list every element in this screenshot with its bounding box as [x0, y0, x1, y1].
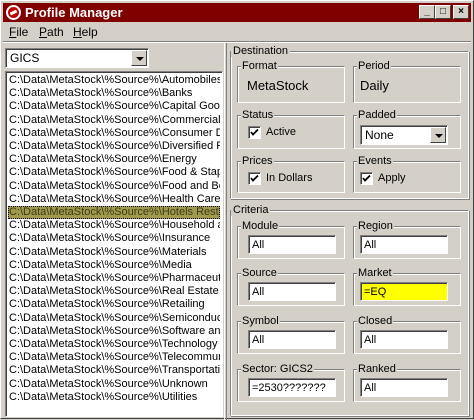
symbol-label: Symbol	[241, 315, 280, 327]
format-value: MetaStock	[247, 78, 309, 93]
path-list-item[interactable]: C:\Data\MetaStock\%Source%\Banks	[8, 87, 220, 100]
chevron-down-icon[interactable]	[131, 50, 147, 66]
apply-checkbox-label: Apply	[378, 172, 406, 184]
ranked-label: Ranked	[357, 363, 397, 375]
module-box: Module All	[237, 220, 345, 259]
path-list-item[interactable]: C:\Data\MetaStock\%Source%\Capital Goods	[8, 100, 220, 113]
prices-box: Prices In Dollars	[237, 155, 345, 193]
path-list-item[interactable]: C:\Data\MetaStock\%Source%\Materials	[8, 246, 220, 259]
classification-value: GICS	[10, 51, 40, 65]
minimize-button[interactable]: _	[419, 5, 435, 19]
path-list-item[interactable]: C:\Data\MetaStock\%Source%\Media	[8, 259, 220, 272]
symbol-box: Symbol All	[237, 315, 345, 354]
path-list-item[interactable]: C:\Data\MetaStock\%Source%\Commercial	[8, 114, 220, 127]
menu-bar: File Path Help	[3, 23, 471, 41]
market-box: Market =EQ	[353, 267, 461, 306]
in-dollars-checkbox[interactable]	[248, 172, 261, 185]
symbol-input[interactable]: All	[248, 330, 336, 349]
status-label: Status	[241, 109, 275, 121]
source-box: Source All	[237, 267, 345, 306]
path-list-item[interactable]: C:\Data\MetaStock\%Source%\Health Care	[8, 193, 220, 206]
period-label: Period	[357, 60, 391, 72]
apply-checkbox[interactable]	[360, 172, 373, 185]
chevron-down-icon[interactable]	[430, 127, 446, 143]
active-checkbox-label: Active	[266, 126, 296, 138]
in-dollars-checkbox-label: In Dollars	[266, 172, 313, 184]
format-label: Format	[241, 60, 278, 72]
region-input[interactable]: All	[360, 235, 448, 254]
path-list-item[interactable]: C:\Data\MetaStock\%Source%\Diversified F	[8, 140, 220, 153]
destination-title: Destination	[231, 45, 291, 57]
window-title: Profile Manager	[25, 5, 123, 20]
checkmark-icon	[250, 128, 259, 136]
path-list-item[interactable]: C:\Data\MetaStock\%Source%\Real Estate	[8, 285, 220, 298]
path-list-item[interactable]: C:\Data\MetaStock\%Source%\Energy	[8, 153, 220, 166]
period-value: Daily	[360, 78, 389, 93]
market-label: Market	[357, 267, 393, 279]
padded-select[interactable]: None	[360, 125, 448, 145]
padded-label: Padded	[357, 109, 397, 121]
profile-manager-window: Profile Manager _ □ × File Path Help GIC…	[0, 0, 474, 420]
path-list-item[interactable]: C:\Data\MetaStock\%Source%\Utilities	[8, 391, 220, 404]
closed-label: Closed	[357, 315, 394, 327]
path-list-item[interactable]: C:\Data\MetaStock\%Source%\Automobiles	[8, 74, 220, 87]
path-list-item[interactable]: C:\Data\MetaStock\%Source%\Pharmaceut	[8, 272, 220, 285]
path-list-item[interactable]: C:\Data\MetaStock\%Source%\Telecommun	[8, 351, 220, 364]
path-list-item[interactable]: C:\Data\MetaStock\%Source%\Semiconduc	[8, 312, 220, 325]
close-button[interactable]: ×	[453, 5, 469, 19]
sector-label: Sector: GICS2	[241, 363, 314, 375]
path-list[interactable]: C:\Data\MetaStock\%Source%\Automobiles C:…	[5, 71, 223, 417]
path-list-item[interactable]: C:\Data\MetaStock\%Source%\Consumer D	[8, 127, 220, 140]
events-label: Events	[357, 155, 393, 167]
events-box: Events Apply	[353, 155, 461, 193]
padded-box: Padded None	[353, 109, 461, 149]
path-list-item[interactable]: C:\Data\MetaStock\%Source%\Insurance	[8, 232, 220, 245]
path-list-item[interactable]: C:\Data\MetaStock\%Source%\Transportati	[8, 364, 220, 377]
ranked-box: Ranked All	[353, 363, 461, 402]
closed-box: Closed All	[353, 315, 461, 354]
ranked-input[interactable]: All	[360, 378, 448, 397]
title-bar[interactable]: Profile Manager _ □ ×	[3, 3, 471, 22]
module-input[interactable]: All	[248, 235, 336, 254]
menu-file[interactable]: File	[9, 25, 28, 39]
path-list-item[interactable]: C:\Data\MetaStock\%Source%\Technology	[8, 338, 220, 351]
sector-box: Sector: GICS2 =2530???????	[237, 363, 345, 402]
menu-path[interactable]: Path	[39, 25, 64, 39]
module-label: Module	[241, 220, 280, 232]
status-box: Status Active	[237, 109, 345, 149]
path-list-item[interactable]: C:\Data\MetaStock\%Source%\Hotels Rest	[8, 206, 220, 219]
path-list-item[interactable]: C:\Data\MetaStock\%Source%\Household a	[8, 219, 220, 232]
format-box: Format MetaStock	[237, 60, 345, 103]
classification-select[interactable]: GICS	[5, 48, 149, 68]
path-list-item[interactable]: C:\Data\MetaStock\%Source%\Unknown	[8, 378, 220, 391]
checkmark-icon	[362, 174, 371, 182]
path-list-item[interactable]: C:\Data\MetaStock\%Source%\Food & Stap	[8, 166, 220, 179]
panel-splitter[interactable]	[224, 43, 227, 420]
closed-input[interactable]: All	[360, 330, 448, 349]
period-box: Period Daily	[353, 60, 461, 103]
padded-value: None	[365, 128, 394, 142]
path-list-item[interactable]: C:\Data\MetaStock\%Source%\Retailing	[8, 298, 220, 311]
maximize-button[interactable]: □	[435, 5, 451, 19]
source-input[interactable]: All	[248, 282, 336, 301]
checkmark-icon	[250, 174, 259, 182]
source-label: Source	[241, 267, 278, 279]
sector-input[interactable]: =2530???????	[248, 378, 336, 397]
prices-label: Prices	[241, 155, 274, 167]
app-logo-icon	[6, 5, 21, 20]
active-checkbox[interactable]	[248, 126, 261, 139]
menu-help[interactable]: Help	[73, 25, 98, 39]
market-input[interactable]: =EQ	[360, 282, 448, 301]
region-label: Region	[357, 220, 394, 232]
path-list-item[interactable]: C:\Data\MetaStock\%Source%\Software an	[8, 325, 220, 338]
menu-divider	[3, 41, 471, 43]
region-box: Region All	[353, 220, 461, 259]
path-list-item[interactable]: C:\Data\MetaStock\%Source%\Food and Be	[8, 180, 220, 193]
criteria-title: Criteria	[231, 204, 271, 216]
